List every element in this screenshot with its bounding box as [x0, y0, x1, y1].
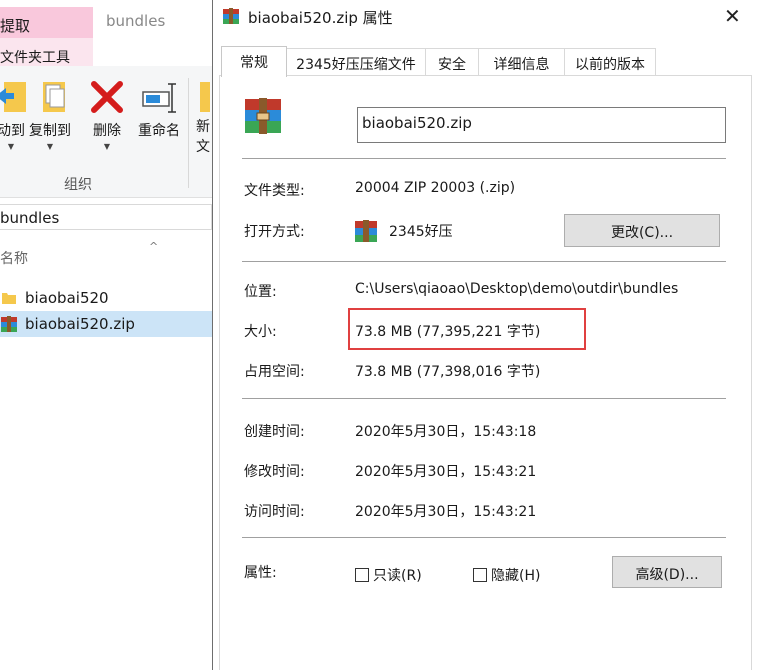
- properties-dialog: biaobai520.zip 属性 ✕ 常规 2345好压压缩文件 安全 详细信…: [212, 0, 757, 670]
- chevron-down-icon: ▼: [46, 142, 54, 151]
- readonly-checkbox[interactable]: 只读(R): [355, 565, 422, 585]
- ribbon-separator: [188, 78, 189, 188]
- divider: [242, 537, 726, 538]
- copy-to-icon: [43, 82, 65, 112]
- modified-value: 2020年5月30日，15:43:21: [355, 464, 537, 480]
- divider: [242, 158, 726, 159]
- tab-general[interactable]: 常规: [221, 46, 287, 77]
- change-button[interactable]: 更改(C)...: [564, 214, 720, 247]
- file-row-folder[interactable]: biaobai520: [0, 285, 212, 311]
- zip-archive-icon: [1, 316, 17, 332]
- ribbon-body: 动到 ▼ 复制到 ▼ 删除 ▼ 重命名 新 文 组织: [0, 66, 212, 198]
- tab-extract[interactable]: 提取: [0, 7, 93, 38]
- size-label: 大小:: [244, 324, 277, 340]
- tab-2345-archive[interactable]: 2345好压压缩文件: [286, 48, 426, 76]
- zip-archive-large-icon: [245, 98, 281, 134]
- size-on-disk-value: 73.8 MB (77,398,016 字节): [355, 364, 541, 380]
- chevron-down-icon: ▼: [7, 142, 15, 151]
- open-with-label: 打开方式:: [244, 224, 305, 240]
- modified-label: 修改时间:: [244, 464, 305, 480]
- divider: [242, 261, 726, 262]
- copy-to-button[interactable]: 复制到 ▼: [26, 80, 74, 151]
- file-explorer: 提取 bundles 文件夹工具 动到 ▼ 复制到 ▼ 删除 ▼ 重命名 新 文…: [0, 0, 212, 670]
- checkbox-box[interactable]: [355, 568, 369, 582]
- file-type-label: 文件类型:: [244, 183, 305, 199]
- dialog-tabs: 常规 2345好压压缩文件 安全 详细信息 以前的版本: [213, 46, 757, 77]
- size-on-disk-label: 占用空间:: [244, 364, 305, 380]
- advanced-button[interactable]: 高级(D)...: [612, 556, 722, 588]
- chevron-down-icon: ▼: [103, 142, 111, 151]
- checkbox-box[interactable]: [473, 568, 487, 582]
- hidden-checkbox[interactable]: 隐藏(H): [473, 565, 540, 585]
- accessed-value: 2020年5月30日，15:43:21: [355, 504, 537, 520]
- rename-icon: [142, 83, 176, 113]
- file-name-input[interactable]: biaobai520.zip: [357, 107, 726, 143]
- 2345-app-icon: [355, 220, 377, 242]
- size-highlight-box: [348, 308, 586, 350]
- ribbon-tabs: 提取 bundles: [0, 0, 212, 38]
- delete-icon: [91, 81, 123, 113]
- general-panel: biaobai520.zip 文件类型: 20004 ZIP 20003 (.z…: [219, 75, 752, 670]
- zip-archive-icon: [223, 8, 239, 24]
- rename-button[interactable]: 重命名: [134, 80, 184, 140]
- tab-folder-tools[interactable]: 文件夹工具: [0, 38, 93, 66]
- open-with-value: 2345好压: [389, 224, 453, 240]
- close-icon[interactable]: ✕: [724, 4, 741, 28]
- move-to-icon: [0, 82, 26, 112]
- file-row-zip[interactable]: biaobai520.zip: [0, 311, 212, 337]
- folder-icon: [2, 293, 16, 304]
- location-value: C:\Users\qiaoao\Desktop\demo\outdir\bund…: [355, 281, 679, 297]
- column-header-name[interactable]: 名称 ^: [0, 240, 212, 270]
- attributes-label: 属性:: [244, 565, 277, 581]
- delete-button[interactable]: 删除 ▼: [89, 80, 125, 151]
- tab-security[interactable]: 安全: [425, 48, 479, 76]
- address-bar[interactable]: bundles: [0, 204, 212, 230]
- tab-bundles[interactable]: bundles: [106, 12, 165, 30]
- file-type-value: 20004 ZIP 20003 (.zip): [355, 180, 516, 196]
- title-bar[interactable]: biaobai520.zip 属性 ✕: [213, 0, 757, 34]
- sort-ascending-icon: ^: [149, 240, 159, 253]
- created-label: 创建时间:: [244, 424, 305, 440]
- new-folder-icon: [200, 82, 210, 112]
- tab-details[interactable]: 详细信息: [478, 48, 565, 76]
- group-label-organize: 组织: [64, 177, 92, 193]
- divider: [242, 398, 726, 399]
- location-label: 位置:: [244, 284, 277, 300]
- created-value: 2020年5月30日，15:43:18: [355, 424, 537, 440]
- tab-previous-versions[interactable]: 以前的版本: [564, 48, 656, 76]
- dialog-title: biaobai520.zip 属性: [248, 9, 393, 27]
- move-to-button[interactable]: 动到 ▼: [0, 80, 28, 151]
- accessed-label: 访问时间:: [244, 504, 305, 520]
